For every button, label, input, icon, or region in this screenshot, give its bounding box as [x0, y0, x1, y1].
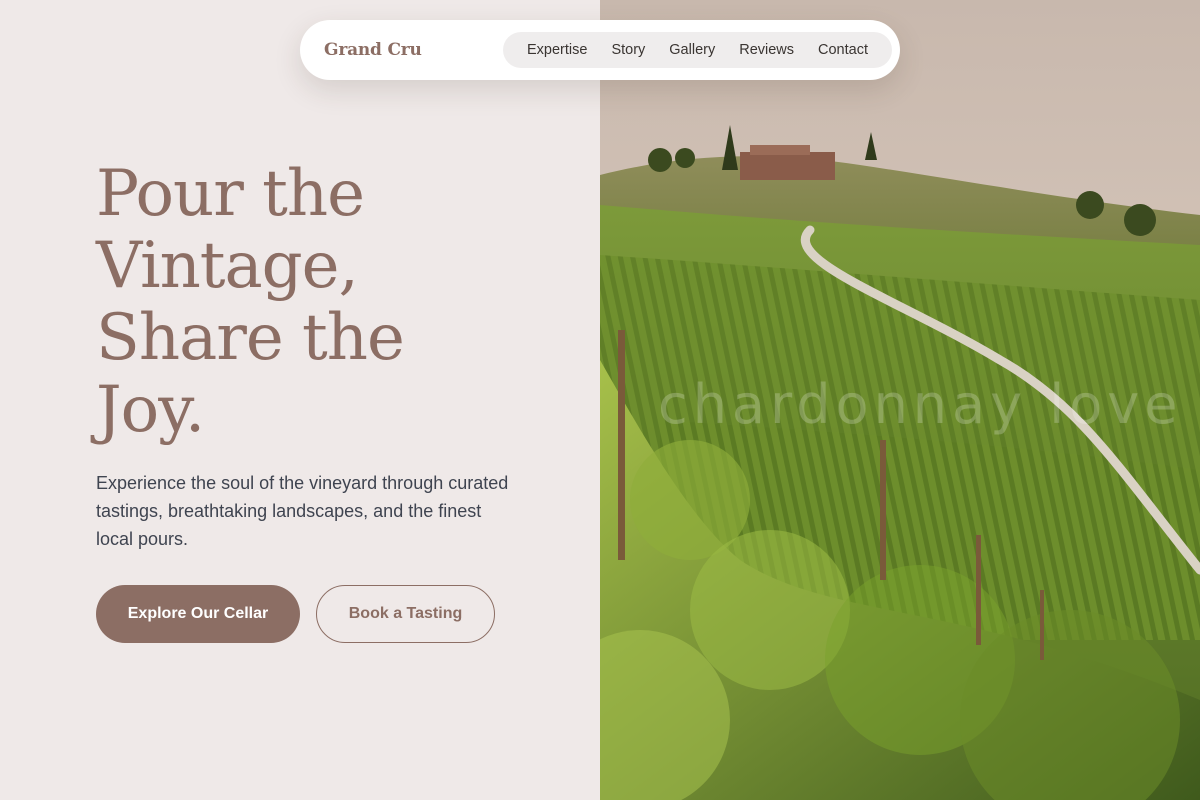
nav-link-reviews[interactable]: Reviews [727, 42, 806, 58]
hero-subtitle: Experience the soul of the vineyard thro… [96, 473, 509, 549]
hero-title-line-2: Vintage, [96, 229, 359, 303]
top-navbar: Grand Cru Expertise Story Gallery Review… [300, 20, 900, 80]
hero-title-line-4: Joy. [96, 373, 205, 447]
vineyard-photo: chardonnay love [600, 0, 1200, 800]
nav-link-gallery[interactable]: Gallery [657, 42, 727, 58]
nav-links: Expertise Story Gallery Reviews Contact [502, 32, 892, 68]
book-tasting-button[interactable]: Book a Tasting [316, 585, 495, 643]
hero-title: Pour the Vintage, Share the Joy. [96, 158, 516, 446]
nav-link-story[interactable]: Story [599, 42, 657, 58]
explore-cellar-button[interactable]: Explore Our Cellar [96, 585, 300, 643]
hero-title-line-1: Pour the [96, 157, 365, 231]
nav-link-contact[interactable]: Contact [806, 42, 880, 58]
hero-title-line-3: Share the [96, 301, 405, 375]
brand-logo[interactable]: Grand Cru [324, 40, 422, 60]
nav-link-expertise[interactable]: Expertise [515, 42, 599, 58]
